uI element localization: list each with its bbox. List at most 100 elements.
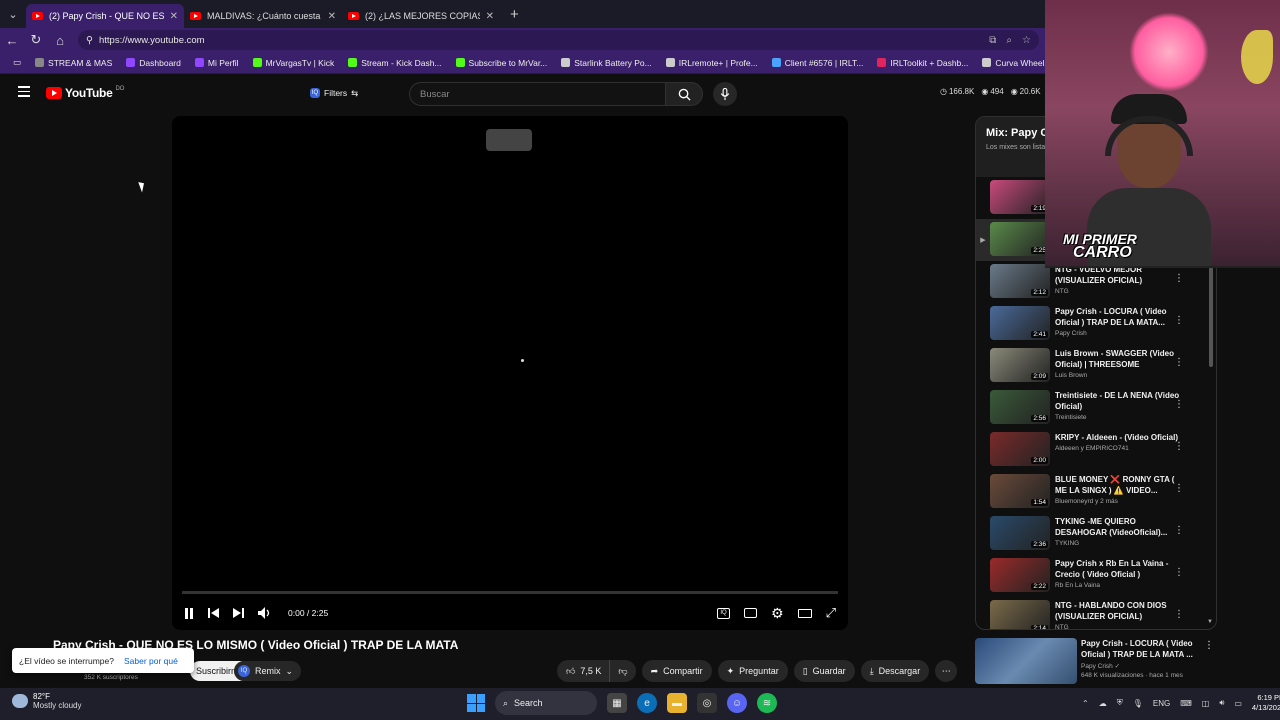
playlist-item[interactable]: 2:36 TYKING -ME QUIERO DESAHOGAR (VideoOf… (976, 513, 1210, 555)
ask-button[interactable]: ✦ Preguntar (717, 660, 788, 682)
playlist-item[interactable]: 2:56 Treintisiete - DE LA NENA (Video Ofi… (976, 387, 1210, 429)
remix-button[interactable]: IQ Remix ⌄ (234, 661, 302, 681)
theater-mode-button[interactable] (797, 608, 812, 618)
bookmarks-menu-icon[interactable]: ▭ (6, 57, 28, 68)
more-vertical-icon[interactable]: ⋮ (1174, 483, 1184, 494)
keyboard-icon[interactable]: ⌨ (1180, 699, 1192, 708)
bookmark-item[interactable]: Client #6576 | IRLT... (765, 58, 871, 68)
filters-button[interactable]: IQ Filters ⇆ (304, 84, 364, 102)
bookmark-label: MrVargasTv | Kick (265, 57, 335, 68)
search-button[interactable] (665, 82, 703, 106)
playlist-item-author: NTG (1055, 288, 1069, 295)
close-tab-icon[interactable]: ✕ (170, 11, 178, 22)
url-input[interactable]: ⚲ https://www.youtube.com ⧉ ⌕ ☆ (78, 30, 1039, 50)
toast-link[interactable]: Saber por qué (124, 656, 178, 666)
zoom-icon[interactable]: ⌕ (1006, 35, 1012, 46)
taskbar-search[interactable]: ⌕ Search (495, 691, 597, 715)
spotify-icon[interactable]: ≋ (757, 693, 777, 713)
playlist-index (976, 474, 990, 488)
scroll-thumb[interactable] (1209, 267, 1213, 367)
playlist-item[interactable]: 2:00 KRIPY - Aldeeen - (Video Oficial) Ald… (976, 429, 1210, 471)
volume-tray-icon[interactable]: 🔊︎ (1219, 698, 1224, 708)
file-explorer-icon[interactable]: ▬ (667, 693, 687, 713)
weather-widget[interactable]: 82°F Mostly cloudy (12, 692, 81, 710)
more-vertical-icon[interactable]: ⋮ (1174, 273, 1184, 284)
iq-button[interactable]: IQ (717, 607, 731, 619)
scrollbar[interactable] (1209, 267, 1214, 627)
more-vertical-icon[interactable]: ⋮ (1174, 399, 1184, 410)
menu-icon[interactable] (18, 86, 30, 100)
more-vertical-icon[interactable]: ⋮ (1204, 640, 1214, 651)
volume-button[interactable] (258, 607, 272, 619)
bookmark-item[interactable]: STREAM & MAS (28, 58, 119, 68)
reload-icon[interactable]: ↻ (24, 32, 48, 48)
close-tab-icon[interactable]: ✕ (486, 11, 494, 22)
like-button[interactable]: 👍︎ 7,5 K (557, 660, 611, 682)
playlist-item-title: NTG - HABLANDO CON DIOS (VISUALIZER OFIC… (1055, 601, 1167, 621)
bookmark-item[interactable]: MrVargasTv | Kick (246, 58, 342, 68)
next-button[interactable] (233, 608, 244, 618)
discord-icon[interactable]: ☺ (727, 693, 747, 713)
share-button[interactable]: ➦ Compartir (641, 660, 712, 682)
bookmark-item[interactable]: IRLremote+ | Profe... (659, 58, 765, 68)
playlist-item[interactable]: 2:41 Papy Crish - LOCURA ( Video Oficial … (976, 303, 1210, 345)
chevron-up-icon[interactable]: ⌃ (1082, 699, 1089, 708)
save-button[interactable]: ▯ Guardar (793, 660, 855, 682)
bookmark-item[interactable]: Stream - Kick Dash... (341, 58, 448, 68)
clock-date: 4/13/2026 (1251, 703, 1280, 712)
bookmark-label: STREAM & MAS (48, 57, 113, 68)
bookmark-item[interactable]: Dashboard (119, 58, 188, 68)
tab-1[interactable]: (2) Papy Crish - QUE NO ES LO MISMO ✕ (26, 4, 184, 28)
settings-button[interactable]: ⚙ (771, 605, 784, 622)
more-vertical-icon[interactable]: ⋮ (1174, 357, 1184, 368)
fullscreen-button[interactable]: ⤢ (826, 605, 836, 621)
playlist-item[interactable]: 1:54 BLUE MONEY ❌ RONNY GTA ( ME LA SINGX… (976, 471, 1210, 513)
home-icon[interactable]: ⌂ (48, 33, 72, 48)
tab-2[interactable]: MALDIVAS: ¿Cuánto cuesta REALMENTE? ✕ (184, 4, 342, 28)
previous-button[interactable] (208, 608, 219, 618)
edge-browser-icon[interactable]: e (637, 693, 657, 713)
subtitles-button[interactable] (744, 608, 758, 618)
bookmark-item[interactable]: Mi Perfil (188, 58, 246, 68)
pause-button[interactable] (184, 607, 194, 619)
obs-icon[interactable]: ◎ (697, 693, 717, 713)
bookmark-item[interactable]: Subscribe to MrVar... (449, 58, 555, 68)
more-vertical-icon[interactable]: ⋮ (1174, 567, 1184, 578)
open-in-app-icon[interactable]: ⧉ (989, 35, 996, 46)
playlist-item[interactable]: 2:22 Papy Crish x Rb En La Vaina - Crecio… (976, 555, 1210, 597)
more-vertical-icon[interactable]: ⋮ (1174, 609, 1184, 620)
language-indicator[interactable]: ENG (1153, 699, 1170, 708)
playlist-item[interactable]: 2:09 Luis Brown - SWAGGER (Video Oficial)… (976, 345, 1210, 387)
more-vertical-icon[interactable]: ⋮ (1174, 441, 1184, 452)
site-info-icon[interactable]: ⚲ (86, 35, 93, 46)
battery-icon[interactable]: ▭ (1234, 699, 1242, 708)
back-icon[interactable]: ← (0, 33, 24, 48)
tab-3[interactable]: (2) ¿LAS MEJORES COPIAS DE GTA? ✕ (342, 4, 500, 28)
progress-bar[interactable] (182, 591, 838, 594)
dislike-button[interactable]: 👎︎ (610, 660, 636, 682)
task-view-icon[interactable]: ▦ (607, 693, 627, 713)
voice-search-button[interactable] (713, 82, 737, 106)
download-button[interactable]: ⤓ Descargar (860, 660, 930, 682)
bookmark-item[interactable]: IRLToolkit + Dashb... (870, 58, 975, 68)
shield-icon[interactable]: ⛨ (1117, 698, 1123, 708)
more-actions-button[interactable]: ⋯ (935, 660, 958, 682)
video-player[interactable]: 0:00 / 2:25 IQ ⚙ ⤢ (172, 116, 848, 630)
bookmark-item[interactable]: Starlink Battery Po... (554, 58, 658, 68)
mic-tray-icon[interactable]: 🎙︎ (1133, 699, 1143, 708)
tab-list-button[interactable]: ⌄ (0, 0, 26, 28)
search-input[interactable]: Buscar (409, 82, 666, 106)
windows-start-icon[interactable] (467, 694, 485, 712)
recommended-video[interactable]: Papy Crish - LOCURA ( Video Oficial ) TR… (975, 638, 1220, 686)
favorite-star-icon[interactable]: ☆ (1022, 35, 1031, 46)
cloud-icon[interactable]: ☁ (1099, 699, 1107, 708)
more-vertical-icon[interactable]: ⋮ (1174, 315, 1184, 326)
youtube-logo[interactable]: YouTube DO (46, 86, 124, 100)
more-vertical-icon[interactable]: ⋮ (1174, 525, 1184, 536)
playlist-item[interactable]: 2:14 NTG - HABLANDO CON DIOS (VISUALIZER … (976, 597, 1210, 629)
new-tab-button[interactable]: + (510, 6, 519, 23)
scroll-down-icon[interactable]: ▼ (1207, 619, 1213, 625)
clock[interactable]: 6:19 PM 4/13/2026 (1252, 693, 1280, 713)
close-tab-icon[interactable]: ✕ (328, 11, 336, 22)
network-icon[interactable]: ◫ (1202, 699, 1210, 708)
